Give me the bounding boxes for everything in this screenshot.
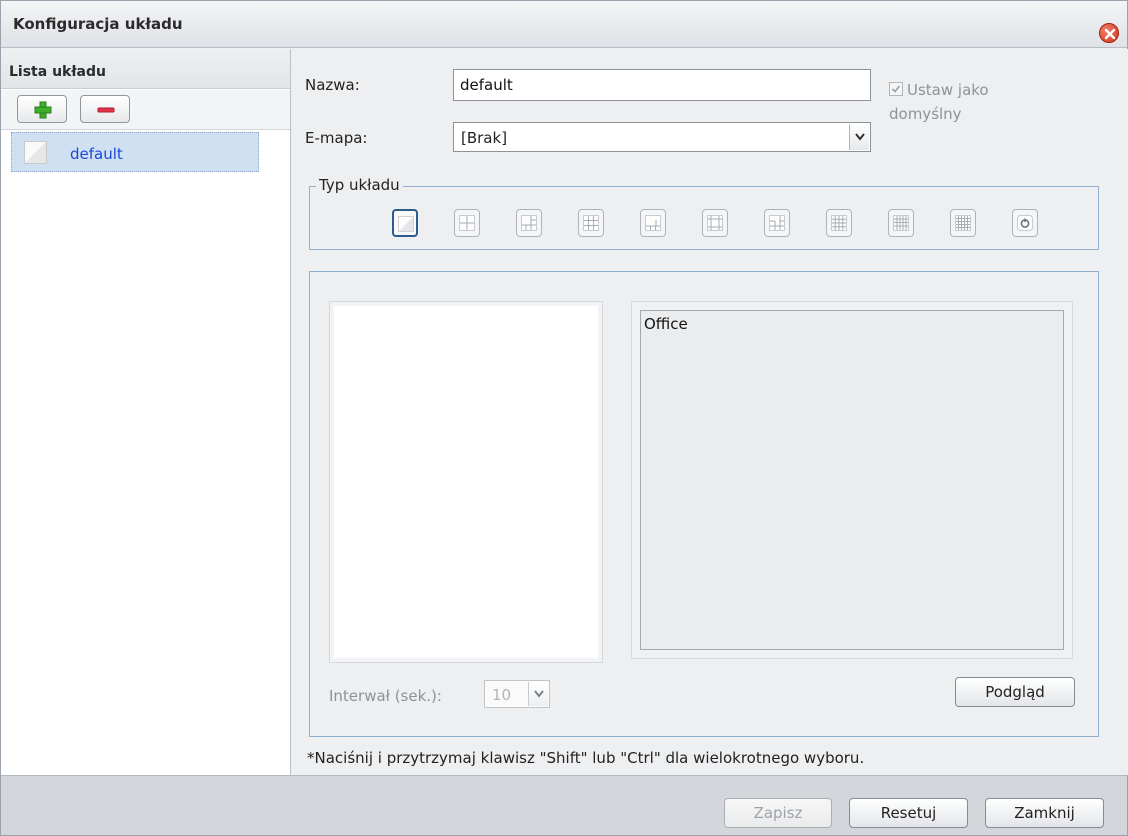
dialog-title: Konfiguracja układu (13, 15, 183, 33)
plus-icon (34, 101, 52, 119)
preview-button[interactable]: Podgląd (955, 677, 1075, 707)
reset-button[interactable]: Resetuj (849, 798, 968, 828)
interval-select-value: 10 (492, 686, 512, 704)
name-label: Nazwa: (305, 76, 360, 94)
layout-list-item[interactable]: default (11, 132, 259, 172)
set-default-checkbox[interactable]: Ustaw jako domyślny (889, 78, 1029, 126)
camera-list-panel: Office (631, 301, 1073, 659)
layout-list-title: Lista układu (9, 64, 106, 80)
close-icon[interactable] (1099, 23, 1119, 43)
emap-select-value: [Brak] (461, 129, 508, 147)
chevron-down-icon[interactable] (849, 124, 869, 150)
layout-1plus8-button[interactable] (764, 209, 790, 237)
remove-layout-button[interactable] (80, 95, 130, 123)
layout-1plus5-icon (645, 215, 661, 231)
layout-1plus7-icon (707, 215, 723, 231)
emap-select[interactable]: [Brak] (453, 122, 871, 152)
layout-settings-panel: Nazwa: E-mapa: [Brak] Ustaw jako domyśln… (292, 49, 1128, 775)
layout-2x2-icon (459, 215, 475, 231)
layout-list-panel: Lista układu default (1, 49, 291, 775)
layout-1plus3-button[interactable] (516, 209, 542, 237)
interval-label: Interwał (sek.): (329, 687, 442, 705)
set-default-label-line1: Ustaw jako (907, 81, 989, 99)
save-button[interactable]: Zapisz (724, 798, 832, 828)
layout-type-legend: Typ układu (316, 176, 403, 194)
name-field[interactable] (453, 69, 871, 101)
layout-3x3-button[interactable] (578, 209, 604, 237)
camera-list-item[interactable]: Office (641, 311, 1063, 337)
dialog-footer: Zapisz Resetuj Zamknij (1, 775, 1127, 835)
layout-4x5-icon (893, 215, 909, 231)
layout-config-dialog: Konfiguracja układu Lista układu default… (0, 0, 1128, 836)
layout-1plus8-icon (769, 215, 785, 231)
camera-list[interactable]: Office (640, 310, 1064, 650)
layout-list-item-label: default (70, 145, 123, 163)
layout-5x5-icon (955, 215, 971, 231)
layout-1plus7-button[interactable] (702, 209, 728, 237)
checkbox-checked-icon (889, 82, 903, 96)
layout-thumbnail-icon (24, 141, 47, 164)
layout-1x1-button[interactable] (392, 209, 418, 237)
layout-5x5-button[interactable] (950, 209, 976, 237)
layout-list-toolbar (1, 90, 290, 130)
layout-preview-area: Office Interwał (sek.): 10 Podgląd (309, 271, 1099, 737)
layout-3x3-icon (583, 215, 599, 231)
layout-sequential-button[interactable] (1012, 209, 1038, 237)
layout-4x5-button[interactable] (888, 209, 914, 237)
chevron-down-icon[interactable] (528, 682, 548, 706)
layout-preview-canvas[interactable] (329, 301, 603, 663)
layout-type-group: Typ układu (309, 176, 1099, 250)
layout-2x2-button[interactable] (454, 209, 480, 237)
layout-4x4-icon (831, 215, 847, 231)
emap-label: E-mapa: (305, 129, 368, 147)
add-layout-button[interactable] (17, 95, 67, 123)
layout-list-header: Lista układu (1, 49, 290, 89)
close-button[interactable]: Zamknij (985, 798, 1104, 828)
title-bar: Konfiguracja układu (1, 1, 1127, 48)
set-default-label-line2: domyślny (889, 105, 962, 123)
layout-1plus3-icon (521, 215, 537, 231)
interval-select[interactable]: 10 (484, 680, 550, 708)
layout-1plus5-button[interactable] (640, 209, 666, 237)
layout-sequential-icon (1017, 215, 1033, 231)
layout-1x1-icon (398, 216, 414, 232)
minus-icon (97, 107, 115, 113)
layout-4x4-button[interactable] (826, 209, 852, 237)
multi-select-hint: *Naciśnij i przytrzymaj klawisz "Shift" … (307, 749, 865, 767)
